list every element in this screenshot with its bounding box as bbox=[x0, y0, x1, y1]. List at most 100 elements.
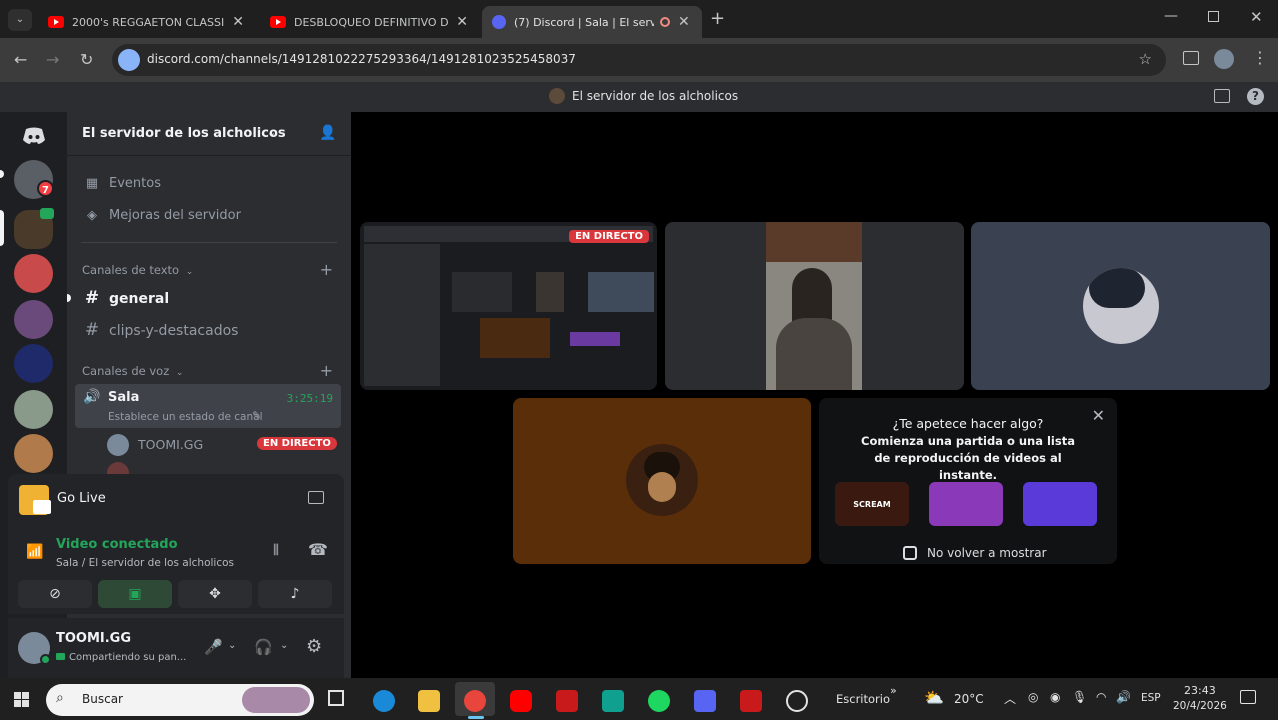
clock-time[interactable]: 23:43 bbox=[1184, 684, 1216, 697]
chevron-icon[interactable]: » bbox=[890, 684, 897, 697]
wifi-icon[interactable]: ◠ bbox=[1096, 690, 1106, 704]
camera-off-button[interactable]: ⊘ bbox=[18, 580, 92, 608]
inbox-icon[interactable] bbox=[1214, 89, 1230, 103]
close-icon[interactable]: ✕ bbox=[232, 14, 244, 30]
voice-user-name[interactable]: TOOMI.GG bbox=[138, 437, 203, 452]
new-tab-icon[interactable]: + bbox=[710, 8, 725, 29]
streamer-tile[interactable] bbox=[513, 398, 811, 564]
text-category[interactable]: Canales de texto ⌄ bbox=[82, 263, 193, 277]
soundboard-button[interactable]: ♪ bbox=[258, 580, 332, 608]
chevron-down-icon[interactable]: ⌄ bbox=[280, 640, 288, 651]
windows-start-icon[interactable] bbox=[14, 692, 29, 707]
camera-tile[interactable] bbox=[665, 222, 964, 390]
discord-app-icon[interactable] bbox=[694, 690, 716, 712]
username[interactable]: TOOMI.GG bbox=[56, 631, 131, 646]
noise-suppression-icon[interactable]: ⫼ bbox=[273, 543, 279, 558]
guild-icon[interactable] bbox=[14, 434, 53, 473]
notifications-icon[interactable] bbox=[1240, 690, 1256, 704]
avatar[interactable] bbox=[107, 462, 129, 474]
reload-icon[interactable]: ↻ bbox=[80, 50, 93, 69]
invite-icon[interactable]: 👤 bbox=[319, 125, 336, 141]
taskbar-search[interactable]: ⌕ Buscar bbox=[46, 684, 314, 716]
guild-icon[interactable] bbox=[14, 390, 53, 429]
discord-home-button[interactable] bbox=[14, 118, 53, 154]
avatar-tile[interactable] bbox=[971, 222, 1270, 390]
minimize-icon[interactable]: — bbox=[1164, 8, 1178, 24]
window-close-icon[interactable]: ✕ bbox=[1250, 8, 1263, 26]
channel-general[interactable]: # general bbox=[83, 288, 169, 308]
microphone-icon[interactable]: 🎤 bbox=[204, 638, 223, 656]
guild-icon[interactable] bbox=[14, 344, 53, 383]
tab-desbloqueo[interactable]: DESBLOQUEO DEFINITIVO De ✕ bbox=[260, 6, 478, 38]
activity-banner-2[interactable] bbox=[929, 482, 1003, 526]
steam-icon[interactable] bbox=[786, 690, 808, 712]
boosts-item[interactable]: ◈ Mejoras del servidor bbox=[83, 208, 241, 223]
close-popout-icon[interactable] bbox=[308, 491, 324, 504]
dont-show-label[interactable]: No volver a mostrar bbox=[927, 546, 1047, 560]
create-text-channel-icon[interactable]: + bbox=[320, 260, 333, 279]
chevron-down-icon[interactable]: ⌄ bbox=[228, 640, 236, 651]
guild-icon[interactable] bbox=[14, 254, 53, 293]
server-header[interactable]: El servidor de los alcholicos ⌄ 👤 bbox=[67, 112, 351, 156]
desktop-label[interactable]: Escritorio bbox=[836, 692, 890, 706]
mention-badge: 7 bbox=[37, 180, 54, 197]
chrome-icon[interactable] bbox=[464, 690, 486, 712]
language-indicator[interactable]: ESP bbox=[1141, 692, 1161, 704]
clipchamp-icon[interactable] bbox=[602, 690, 624, 712]
tab-reggaeton[interactable]: 2000's REGGAETON CLASSICS ✕ bbox=[38, 6, 254, 38]
profile-avatar[interactable] bbox=[1214, 49, 1234, 69]
forward-icon[interactable]: → bbox=[46, 50, 59, 69]
maximize-icon[interactable] bbox=[1208, 11, 1219, 22]
youtube-app-icon[interactable] bbox=[510, 690, 532, 712]
connection-status[interactable]: Video conectado bbox=[56, 537, 178, 552]
microphone-tray-icon[interactable]: 🎙 bbox=[1072, 690, 1087, 704]
activities-button[interactable]: ✥ bbox=[178, 580, 252, 608]
spotify-icon[interactable] bbox=[648, 690, 670, 712]
more-menu-icon[interactable]: ⋮ bbox=[1252, 48, 1268, 67]
avatar[interactable] bbox=[107, 434, 129, 456]
create-voice-channel-icon[interactable]: + bbox=[320, 361, 333, 380]
close-icon[interactable]: ✕ bbox=[678, 14, 690, 30]
close-icon[interactable]: ✕ bbox=[456, 14, 468, 30]
server-title: El servidor de los alcholicos bbox=[572, 89, 739, 103]
user-status[interactable]: Compartiendo su pan... bbox=[56, 652, 186, 663]
connection-location[interactable]: Sala / El servidor de los alcholicos bbox=[56, 557, 234, 569]
headphones-icon[interactable]: 🎧 bbox=[254, 638, 273, 656]
activity-banner-1[interactable]: SCREAM bbox=[835, 482, 909, 526]
site-info-icon[interactable] bbox=[118, 49, 140, 71]
address-bar[interactable]: discord.com/channels/1491281022275293364… bbox=[112, 44, 1166, 76]
task-view-icon[interactable] bbox=[328, 690, 344, 706]
dont-show-checkbox[interactable] bbox=[903, 546, 917, 560]
stream-tile[interactable]: EN DIRECTO bbox=[360, 222, 657, 390]
tab-discord[interactable]: (7) Discord | Sala | El servidor ✕ bbox=[482, 6, 702, 38]
app-icon[interactable] bbox=[740, 690, 762, 712]
weather-icon[interactable]: ⛅ bbox=[924, 688, 944, 707]
temperature[interactable]: 20°C bbox=[954, 692, 984, 706]
file-explorer-icon[interactable] bbox=[418, 690, 440, 712]
app-icon[interactable] bbox=[556, 690, 578, 712]
settings-gear-icon[interactable]: ⚙ bbox=[306, 636, 322, 657]
tab-search-button[interactable]: ⌄ bbox=[8, 9, 32, 31]
edge-icon[interactable] bbox=[373, 690, 395, 712]
screen-share-button[interactable]: ▣ bbox=[98, 580, 172, 608]
location-icon[interactable]: ◉ bbox=[1050, 690, 1060, 704]
tray-app-icon[interactable]: ◎ bbox=[1028, 690, 1038, 704]
tray-chevron-up-icon[interactable]: ︿ bbox=[1004, 690, 1016, 707]
cast-icon[interactable] bbox=[1183, 51, 1199, 65]
voice-channel-sala[interactable]: 🔊 Sala 3:25:19 Establece un estado de ca… bbox=[75, 384, 341, 428]
clock-date[interactable]: 20/4/2026 bbox=[1173, 700, 1227, 712]
channel-clips[interactable]: # clips-y-destacados bbox=[83, 320, 239, 340]
bookmark-star-icon[interactable]: ☆ bbox=[1139, 50, 1152, 68]
events-item[interactable]: ▦ Eventos bbox=[83, 176, 161, 191]
activity-banner-3[interactable] bbox=[1023, 482, 1097, 526]
voice-category[interactable]: Canales de voz ⌄ bbox=[82, 364, 183, 378]
pencil-icon[interactable]: ✎ bbox=[252, 409, 261, 422]
volume-icon[interactable]: 🔊 bbox=[1116, 690, 1131, 704]
activity-title: ¿Te apetece hacer algo? bbox=[892, 416, 1044, 431]
signal-icon[interactable]: 📶 bbox=[26, 544, 43, 560]
disconnect-icon[interactable]: ☎ bbox=[308, 540, 328, 559]
channel-status-prompt[interactable]: Establece un estado de canal bbox=[108, 411, 263, 423]
guild-icon[interactable] bbox=[14, 300, 53, 339]
back-icon[interactable]: ← bbox=[14, 50, 27, 69]
help-icon[interactable]: ? bbox=[1247, 88, 1264, 105]
